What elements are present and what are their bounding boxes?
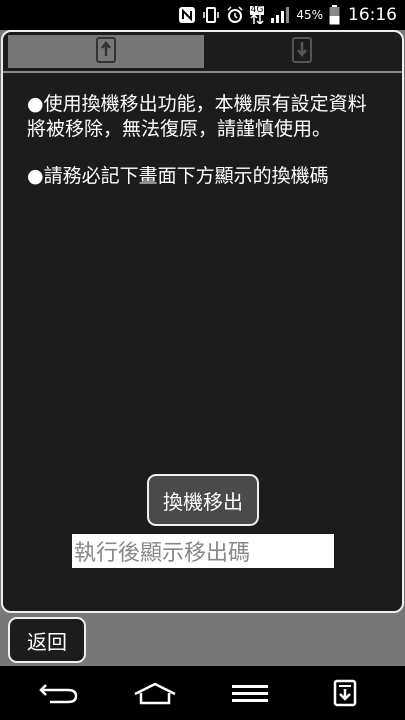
nav-bar [0,666,405,720]
notification-download-icon[interactable] [330,676,360,710]
transfer-code-field: 執行後顯示移出碼 [72,534,334,568]
vibrate-icon [202,6,220,24]
home-icon[interactable] [130,676,180,710]
battery-icon [329,5,340,25]
transfer-panel: ●使用換機移出功能，本機原有設定資料將被移除，無法復原，請謹慎使用。 ●請務必記… [1,30,404,613]
data-4g-icon: 4G [249,6,265,24]
back-button[interactable]: 返回 [8,617,86,663]
menu-icon[interactable] [230,676,270,710]
note-remember-code: ●請務必記下畫面下方顯示的換機碼 [27,165,329,187]
alarm-icon [226,6,244,24]
phone-import-icon [291,36,313,68]
status-bar: 4G 45% 16:16 [0,0,405,30]
note-warning: ●使用換機移出功能，本機原有設定資料將被移除，無法復原，請謹慎使用。 [27,93,367,140]
notes: ●使用換機移出功能，本機原有設定資料將被移除，無法復原，請謹慎使用。 ●請務必記… [27,92,383,211]
back-icon[interactable] [36,676,82,710]
clock: 16:16 [348,5,397,25]
nfc-icon [178,6,196,24]
tab-divider [3,71,402,73]
tab-bar [3,32,402,73]
phone-export-icon [95,36,117,68]
battery-percent: 45% [296,8,323,22]
tab-export[interactable] [8,35,204,68]
signal-icon [270,6,290,24]
tab-import[interactable] [204,35,400,68]
export-button[interactable]: 換機移出 [147,474,259,526]
